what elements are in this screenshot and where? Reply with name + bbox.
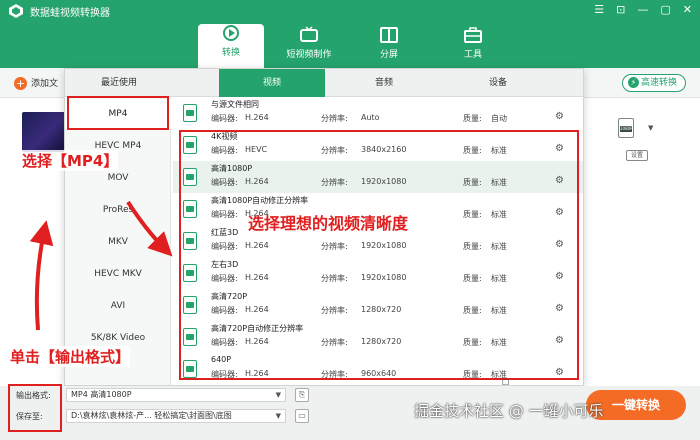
highlight-mp4 xyxy=(67,96,169,130)
tab-video[interactable]: 视频 xyxy=(219,69,325,97)
codec-value: H.264 xyxy=(245,113,269,122)
resolution-value: Auto xyxy=(361,113,380,122)
annotation-click-output: 单击【输出格式】 xyxy=(10,346,131,367)
fast-convert-label: 高速转换 xyxy=(640,78,677,88)
tab-short-video[interactable]: 短视频制作 xyxy=(276,26,342,68)
arrow-to-mp4 xyxy=(29,220,54,331)
add-file-label: 添加文 xyxy=(31,79,59,89)
title-bar: 数据蛙视频转换器 ☰ ⊡ — ▢ ✕ xyxy=(0,0,700,22)
resolution-label: 分辨率: xyxy=(321,114,348,123)
folder-icon[interactable]: ▭ xyxy=(295,409,309,423)
output-format-select[interactable]: MP4 高清1080P ▼ xyxy=(66,388,286,402)
fast-convert-button[interactable]: ⚡ 高速转换 xyxy=(621,74,686,92)
app-logo-icon xyxy=(9,4,23,18)
tab-short-video-label: 短视频制作 xyxy=(286,50,332,60)
format-item-mkv[interactable]: MKV xyxy=(65,227,171,257)
tab-audio[interactable]: 音频 xyxy=(331,69,437,97)
format-item-avi[interactable]: AVI xyxy=(65,291,171,321)
add-file-button[interactable]: + 添加文 xyxy=(14,76,58,90)
preset-row[interactable]: 与源文件相同 编码器: H.264 分辨率: Auto 质量: 自动 ⚙ xyxy=(173,97,583,129)
chevron-down-icon: ▼ xyxy=(275,412,281,420)
copy-settings-icon[interactable]: ⎘ xyxy=(295,388,309,402)
output-format-value: MP4 高清1080P xyxy=(71,390,132,399)
quality-value: 自动 xyxy=(491,114,507,123)
tab-convert[interactable]: 转换 xyxy=(198,24,264,68)
tab-convert-label: 转换 xyxy=(221,48,240,58)
restore-icon[interactable]: ▢ xyxy=(660,3,670,16)
toolbox-icon xyxy=(464,27,482,43)
menu-icon[interactable]: ☰ xyxy=(594,3,604,16)
preset-name: 与源文件相同 xyxy=(211,100,259,109)
quality-label: 质量: xyxy=(463,114,482,123)
convert-icon xyxy=(223,25,239,41)
tab-tools[interactable]: 工具 xyxy=(440,26,506,68)
tab-device[interactable]: 设备 xyxy=(445,69,551,97)
cart-icon[interactable]: ⊡ xyxy=(616,3,625,16)
format-list: MP4 HEVC MP4 MOV ProRes MKV HEVC MKV AVI… xyxy=(65,97,171,385)
tab-split-screen[interactable]: 分屏 xyxy=(356,26,422,68)
close-icon[interactable]: ✕ xyxy=(683,3,692,16)
tab-recent[interactable]: 最近使用 xyxy=(65,69,173,97)
window-controls: ☰ ⊡ — ▢ ✕ xyxy=(594,3,692,16)
plus-icon: + xyxy=(14,77,27,90)
minimize-icon[interactable]: — xyxy=(637,3,648,16)
format-badge-text: 1080P xyxy=(620,126,633,132)
tv-icon xyxy=(300,26,318,42)
format-item-prores[interactable]: ProRes xyxy=(65,195,171,225)
chevron-down-icon[interactable]: ▼ xyxy=(648,124,653,132)
highlight-presets xyxy=(179,130,579,380)
settings-button[interactable]: 设置 xyxy=(626,150,648,161)
watermark: 掘金技术社区 @ 一罐小可乐 xyxy=(414,402,604,420)
codec-label: 编码器: xyxy=(211,114,238,123)
file-format-icon: 1080P xyxy=(618,118,634,138)
chevron-down-icon: ▼ xyxy=(275,391,281,399)
merge-checkbox[interactable]: ☐ xyxy=(502,378,509,387)
app-title: 数据蛙视频转换器 xyxy=(30,8,110,19)
annotation-select-mp4: 选择【MP4】 xyxy=(22,150,119,171)
save-path-select[interactable]: D:\袁林炫\袁林炫-产... 轻松搞定\封面图\底图 ▼ xyxy=(66,409,286,423)
split-screen-icon xyxy=(380,27,398,43)
highlight-output-format xyxy=(8,384,62,432)
save-path-value: D:\袁林炫\袁林炫-产... 轻松搞定\封面图\底图 xyxy=(71,411,232,420)
tab-tools-label: 工具 xyxy=(463,50,482,60)
lightning-icon: ⚡ xyxy=(627,77,639,88)
video-file-icon xyxy=(183,104,197,122)
tab-split-screen-label: 分屏 xyxy=(379,50,398,60)
format-item-hevc-mkv[interactable]: HEVC MKV xyxy=(65,259,171,289)
main-nav: 转换 短视频制作 分屏 工具 xyxy=(0,22,700,68)
video-thumbnail[interactable] xyxy=(22,112,66,152)
format-tabs: 最近使用 视频 音频 设备 xyxy=(65,69,583,97)
gear-icon[interactable]: ⚙ xyxy=(555,111,564,122)
annotation-select-quality: 选择理想的视频清晰度 xyxy=(248,214,409,233)
